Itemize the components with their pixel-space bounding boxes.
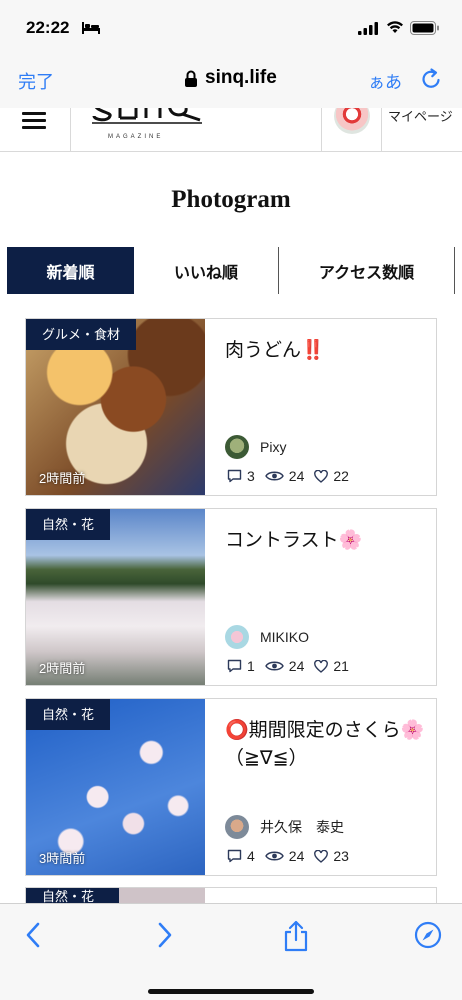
- post-stats: 1 24 21: [227, 658, 359, 674]
- tab-likes[interactable]: いいね順: [134, 247, 278, 294]
- tab-latest[interactable]: 新着順: [7, 247, 134, 294]
- post-thumbnail[interactable]: グルメ・食材 2時間前: [26, 319, 205, 495]
- header-divider: [70, 108, 71, 151]
- like-count: 21: [333, 658, 349, 674]
- post-category-badge[interactable]: 自然・花: [42, 890, 94, 903]
- post-author[interactable]: MIKIKO: [225, 625, 309, 649]
- header-divider: [381, 108, 382, 151]
- page-title: Photogram: [171, 186, 291, 213]
- post-card-partial[interactable]: 自然・花: [25, 887, 437, 903]
- post-category-badge[interactable]: 自然・花: [26, 509, 111, 540]
- status-time: 22:22: [26, 18, 70, 37]
- browser-toolbar: [0, 903, 462, 1000]
- view-count: 24: [288, 848, 305, 864]
- address-bar: 完了 sinq.life ぁあ: [0, 56, 462, 108]
- forward-icon[interactable]: [156, 922, 174, 948]
- heart-icon: [314, 469, 329, 483]
- compass-icon[interactable]: [414, 921, 442, 949]
- eye-icon: [264, 661, 284, 671]
- comment-count: 3: [247, 468, 255, 484]
- browser-top-chrome: 22:22 完了 sinq.life ぁあ: [0, 0, 462, 108]
- sort-tabs: 新着順 いいね順 アクセス数順: [7, 247, 455, 294]
- comment-count: 1: [247, 658, 255, 674]
- post-stats: 3 24 22: [227, 468, 359, 484]
- share-icon[interactable]: [283, 920, 309, 952]
- post-age: 3時間前: [39, 851, 86, 866]
- comment-icon: [227, 659, 242, 673]
- logo-subtitle: MAGAZINE: [108, 134, 164, 140]
- back-icon[interactable]: [24, 922, 42, 948]
- lock-icon: [185, 70, 197, 87]
- author-name: 井久保 泰史: [260, 819, 344, 835]
- done-button[interactable]: 完了: [18, 68, 54, 94]
- header-divider: [321, 108, 322, 151]
- comment-icon: [227, 849, 242, 863]
- battery-icon: [410, 21, 439, 35]
- url-field[interactable]: sinq.life: [205, 67, 277, 89]
- cellular-signal-icon: [358, 22, 378, 35]
- post-author[interactable]: Pixy: [225, 435, 286, 459]
- eye-icon: [264, 471, 284, 481]
- sleep-bed-icon: [82, 22, 100, 34]
- post-thumbnail[interactable]: 自然・花 3時間前: [26, 699, 205, 875]
- heart-icon: [314, 849, 329, 863]
- view-count: 24: [288, 468, 305, 484]
- home-indicator: [148, 989, 314, 994]
- tab-access-count[interactable]: アクセス数順: [278, 247, 455, 294]
- mypage-link[interactable]: マイページ: [388, 108, 453, 125]
- tab-divider: [454, 247, 455, 294]
- like-count: 22: [333, 468, 349, 484]
- comment-count: 4: [247, 848, 255, 864]
- post-thumbnail[interactable]: 自然・花 2時間前: [26, 509, 205, 685]
- post-card[interactable]: グルメ・食材 2時間前 肉うどん‼️ Pixy 3 24 22: [25, 318, 437, 496]
- heart-icon: [314, 659, 329, 673]
- post-age: 2時間前: [39, 661, 86, 676]
- post-category-badge[interactable]: 自然・花: [26, 699, 111, 730]
- post-title[interactable]: コントラスト🌸: [225, 527, 425, 555]
- post-title[interactable]: ⭕️期間限定のさくら🌸（≧∇≦）: [225, 717, 425, 773]
- author-avatar: [225, 435, 249, 459]
- reload-icon[interactable]: [419, 67, 443, 91]
- post-author[interactable]: 井久保 泰史: [225, 815, 344, 839]
- wifi-icon: [387, 21, 403, 33]
- post-card[interactable]: 自然・花 3時間前 ⭕️期間限定のさくら🌸（≧∇≦） 井久保 泰史 4 24 2…: [25, 698, 437, 876]
- author-name: Pixy: [260, 439, 287, 455]
- view-count: 24: [288, 658, 305, 674]
- text-size-button[interactable]: ぁあ: [368, 68, 402, 93]
- like-count: 23: [333, 848, 349, 864]
- author-name: MIKIKO: [260, 629, 310, 645]
- post-title[interactable]: 肉うどん‼️: [225, 337, 425, 365]
- post-category-badge[interactable]: グルメ・食材: [26, 319, 137, 350]
- author-avatar: [225, 815, 249, 839]
- site-header: MAGAZINE マイページ: [0, 108, 462, 152]
- post-stats: 4 24 23: [227, 848, 359, 864]
- post-card[interactable]: 自然・花 2時間前 コントラスト🌸 MIKIKO 1 24 21: [25, 508, 437, 686]
- hamburger-menu-icon[interactable]: [22, 112, 46, 130]
- comment-icon: [227, 469, 242, 483]
- user-avatar[interactable]: [334, 108, 370, 134]
- author-avatar: [225, 625, 249, 649]
- eye-icon: [264, 851, 284, 861]
- post-age: 2時間前: [39, 471, 86, 486]
- status-bar: 22:22: [0, 0, 462, 56]
